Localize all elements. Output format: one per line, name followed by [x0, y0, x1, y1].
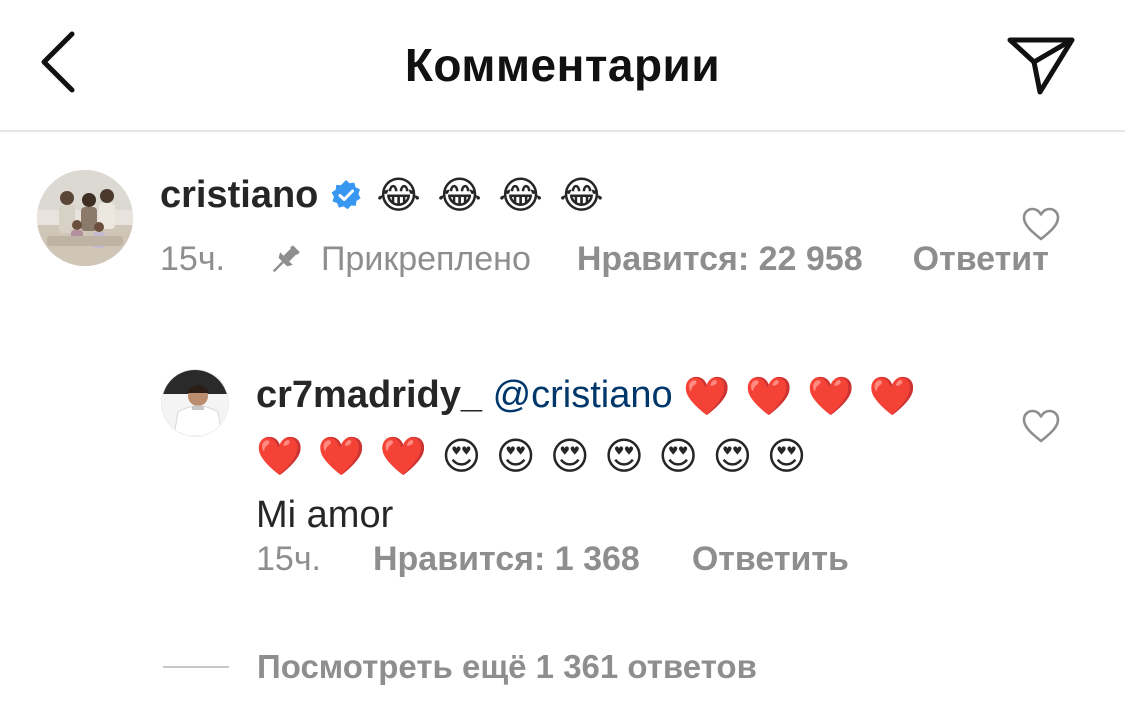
emoji: ❤️: [807, 375, 855, 418]
comment-2-username[interactable]: cr7madridy_: [256, 374, 482, 416]
comment-1-reply-button[interactable]: Ответит: [913, 240, 1049, 279]
avatar-photo: [37, 170, 133, 266]
comment-2-meta: 15ч. Нравится: 1 368 Ответить: [256, 540, 849, 579]
avatar-cr7madridy[interactable]: [162, 370, 228, 436]
comment-1-emojis: 😂 😂 😂 😂: [376, 172, 609, 217]
comment-2-like-button[interactable]: [1021, 408, 1061, 444]
view-more-label: Посмотреть ещё 1 361 ответов: [257, 648, 757, 685]
comment-2-message: Mi amor: [256, 493, 394, 536]
emoji: 😍: [766, 435, 807, 478]
emoji: 😂: [498, 174, 543, 217]
comment-1-like-button[interactable]: [1021, 206, 1061, 242]
emoji: ❤️: [745, 375, 793, 418]
comment-2-likes[interactable]: Нравится: 1 368: [373, 540, 640, 579]
comment-1-likes[interactable]: Нравится: 22 958: [577, 240, 863, 279]
emoji: ❤️: [256, 435, 304, 478]
verified-badge-icon: [331, 180, 361, 210]
view-more-replies-button[interactable]: Посмотреть ещё 1 361 ответов: [163, 648, 757, 686]
header-bar: Комментарии: [0, 0, 1125, 132]
comment-1-text: cristiano 😂 😂 😂 😂: [160, 168, 610, 222]
emoji: 😍: [550, 435, 590, 478]
share-button[interactable]: [1000, 28, 1082, 100]
comment-1-time: 15ч.: [160, 240, 225, 278]
heart-outline-icon: [1022, 207, 1060, 241]
send-icon: [1007, 37, 1075, 95]
emoji: 😍: [495, 435, 536, 478]
emoji: 😍: [441, 435, 482, 478]
comment-2-reply-button[interactable]: Ответить: [692, 540, 849, 579]
comment-1-meta: 15ч. Прикреплено Нравится: 22 958 Ответи…: [160, 240, 1049, 279]
emoji: 😍: [658, 435, 699, 478]
emoji: ❤️: [317, 435, 366, 478]
comment-2-time: 15ч.: [256, 540, 321, 578]
divider-line: [163, 666, 229, 668]
emoji: 😍: [712, 435, 753, 478]
emoji: ❤️: [683, 375, 731, 418]
pin-icon: [272, 245, 300, 272]
heart-outline-icon: [1022, 409, 1060, 443]
emoji: ❤️: [379, 435, 428, 478]
emoji: 😂: [376, 174, 421, 217]
emoji: ❤️: [868, 375, 917, 418]
avatar-cristiano[interactable]: [37, 170, 133, 266]
comment-2-text: cr7madridy_ @cristiano ❤️ ❤️ ❤️ ❤️ ❤️ ❤️…: [256, 366, 946, 544]
mention-link[interactable]: @cristiano: [493, 374, 673, 416]
emoji: 😂: [559, 174, 604, 217]
emoji: 😂: [437, 174, 482, 217]
comment-1-username[interactable]: cristiano: [160, 174, 318, 217]
avatar-photo: [162, 370, 228, 436]
page-title: Комментарии: [404, 39, 721, 91]
pinned-label: Прикреплено: [320, 240, 531, 278]
emoji: 😍: [604, 435, 644, 478]
